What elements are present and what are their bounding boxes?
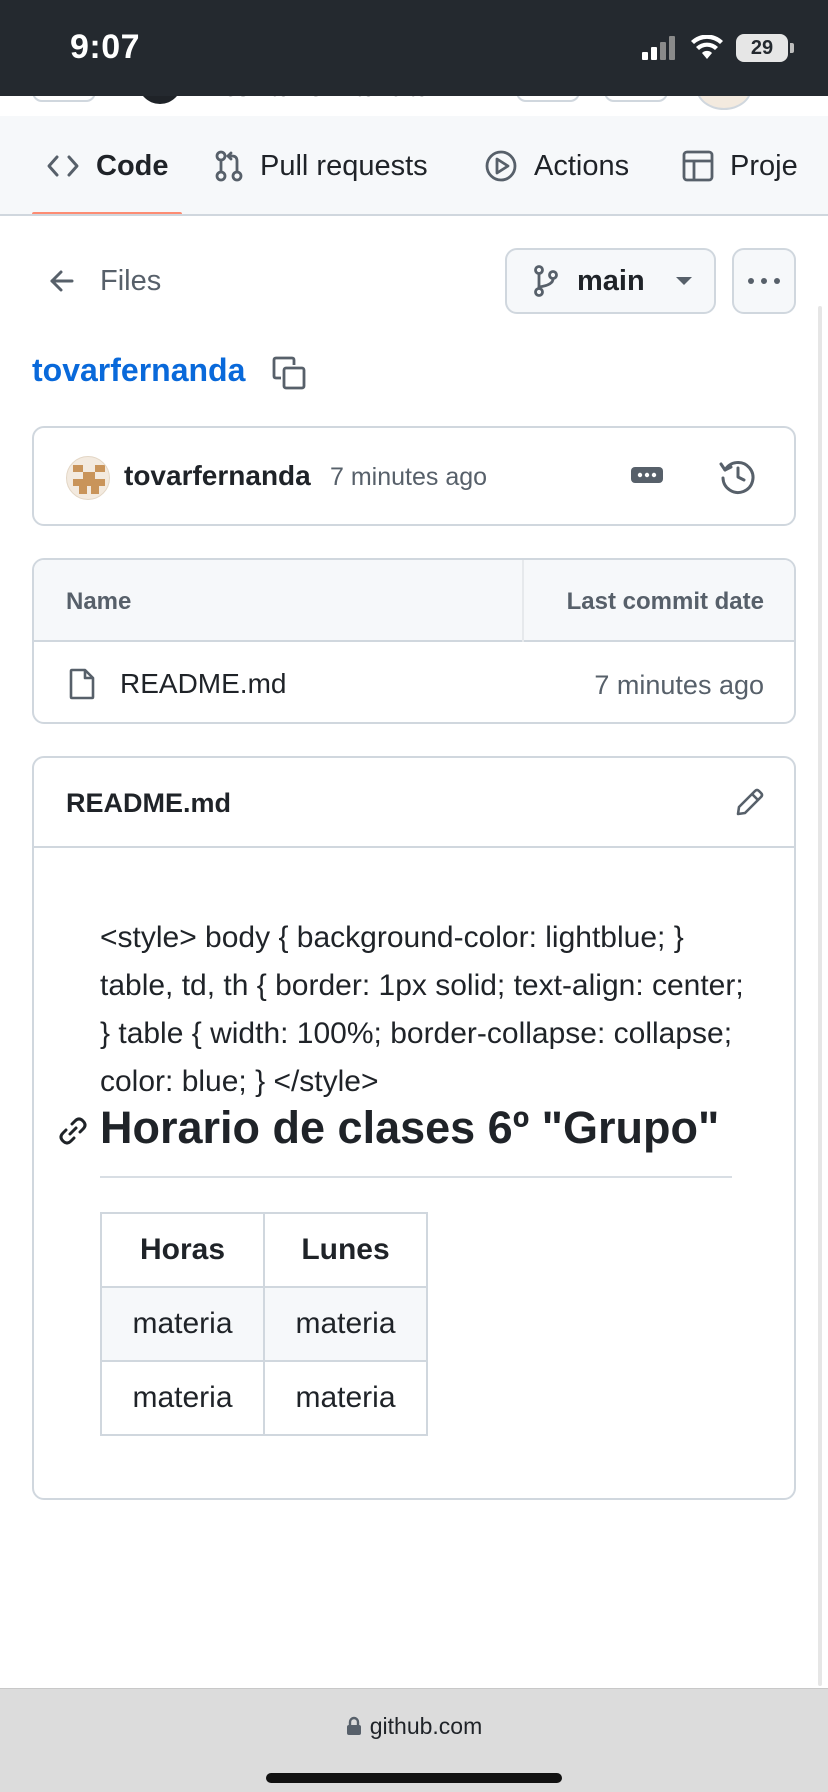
tab-label: Proje — [730, 149, 798, 182]
tab-code[interactable]: Code — [46, 116, 169, 214]
schedule-table: Horas Lunes materia materia materia mate… — [100, 1212, 428, 1436]
readme-title: README.md — [66, 788, 232, 818]
files-back-label: Files — [100, 264, 162, 297]
column-header-last-commit-date: Last commit date — [566, 588, 764, 615]
file-last-commit-date: 7 minutes ago — [594, 670, 764, 700]
files-navigation: Files main — [0, 248, 828, 318]
active-tab-indicator — [32, 212, 182, 214]
tab-label: Pull requests — [260, 149, 428, 182]
commit-history-button[interactable] — [718, 456, 758, 501]
table-header-cell: Horas — [100, 1212, 265, 1288]
status-icons: 29 — [642, 34, 794, 62]
home-indicator[interactable] — [266, 1773, 562, 1783]
lock-icon — [346, 1716, 361, 1735]
branch-name: main — [577, 264, 645, 297]
file-table-header: Name Last commit date — [34, 560, 794, 642]
arrow-left-icon — [50, 270, 74, 292]
browser-url-bar[interactable]: github.com — [0, 1688, 828, 1792]
history-icon — [719, 461, 755, 494]
avatar-peek[interactable] — [696, 96, 752, 110]
repo-owner-link[interactable]: tovarfernanda — [32, 352, 245, 389]
link-icon — [59, 1117, 87, 1145]
identicon-icon — [73, 465, 105, 494]
readme-box: README.md <style> body { background-colo… — [32, 756, 796, 1500]
caret-down-icon — [675, 277, 692, 285]
tab-pull-requests[interactable]: Pull requests — [214, 116, 428, 214]
file-name-link[interactable]: README.md — [120, 668, 286, 700]
play-icon — [485, 150, 517, 182]
notifications-button-peek[interactable] — [604, 96, 668, 102]
more-options-button[interactable] — [732, 248, 796, 314]
git-pull-request-icon — [215, 150, 243, 182]
files-back-button[interactable]: Files — [48, 248, 161, 314]
page-scrollbar[interactable] — [818, 306, 822, 1686]
wifi-icon — [691, 35, 723, 59]
status-bar: 9:07 29 — [0, 0, 828, 96]
tab-actions[interactable]: Actions — [484, 116, 630, 214]
tab-label: Actions — [534, 149, 630, 182]
url-display[interactable]: github.com — [0, 1713, 828, 1740]
edit-file-button[interactable] — [734, 786, 766, 823]
repo-tabs: Code Pull requests Actions Proje — [0, 116, 828, 216]
file-table: Name Last commit date README.md 7 minute… — [32, 558, 796, 724]
branch-selector-button[interactable]: main — [505, 248, 716, 314]
github-logo-icon — [143, 96, 177, 104]
url-text: github.com — [369, 1713, 483, 1739]
pencil-icon — [736, 788, 764, 816]
commit-message-toggle[interactable] — [630, 464, 664, 491]
menu-button-peek[interactable] — [32, 96, 96, 102]
battery-indicator: 29 — [736, 34, 788, 62]
table-icon — [682, 150, 714, 182]
latest-commit-box: tovarfernanda 7 minutes ago — [32, 426, 796, 526]
avatar[interactable] — [66, 456, 110, 500]
commit-time: 7 minutes ago — [330, 463, 488, 491]
ellipsis-icon — [631, 467, 663, 483]
column-header-name: Name — [66, 588, 132, 615]
readme-heading: Horario de clases 6º "Grupo" — [100, 1102, 720, 1153]
search-button-peek[interactable] — [516, 96, 580, 102]
heading-divider — [100, 1176, 732, 1178]
readme-style-text: <style> body { background-color: lightbl… — [100, 921, 744, 1098]
code-icon — [47, 155, 79, 177]
cellular-signal-icon — [642, 36, 675, 60]
file-icon — [68, 668, 96, 705]
table-row: materia materia — [100, 1286, 428, 1362]
status-time: 9:07 — [70, 28, 141, 66]
commit-author[interactable]: tovarfernanda — [124, 460, 311, 492]
tab-label: Code — [96, 149, 169, 182]
kebab-horizontal-icon — [748, 278, 780, 284]
repo-title-peek: tovarfernanda — [224, 96, 424, 104]
heading-anchor-link[interactable] — [58, 1116, 88, 1151]
copy-icon — [272, 356, 306, 390]
column-divider — [522, 560, 524, 642]
readme-header: README.md — [34, 758, 794, 848]
table-cell: materia — [263, 1286, 428, 1362]
table-header-row: Horas Lunes — [100, 1212, 428, 1288]
tab-projects[interactable]: Proje — [682, 116, 798, 214]
table-row[interactable]: README.md 7 minutes ago — [34, 644, 794, 722]
table-cell: materia — [100, 1286, 265, 1362]
table-cell: materia — [100, 1360, 265, 1436]
table-cell: materia — [263, 1360, 428, 1436]
git-branch-icon — [534, 265, 558, 297]
copy-path-button[interactable] — [272, 356, 306, 395]
table-header-cell: Lunes — [263, 1212, 428, 1288]
table-row: materia materia — [100, 1360, 428, 1436]
repo-header-peek: tovarfernanda — [0, 96, 828, 116]
battery-tip — [790, 43, 794, 53]
